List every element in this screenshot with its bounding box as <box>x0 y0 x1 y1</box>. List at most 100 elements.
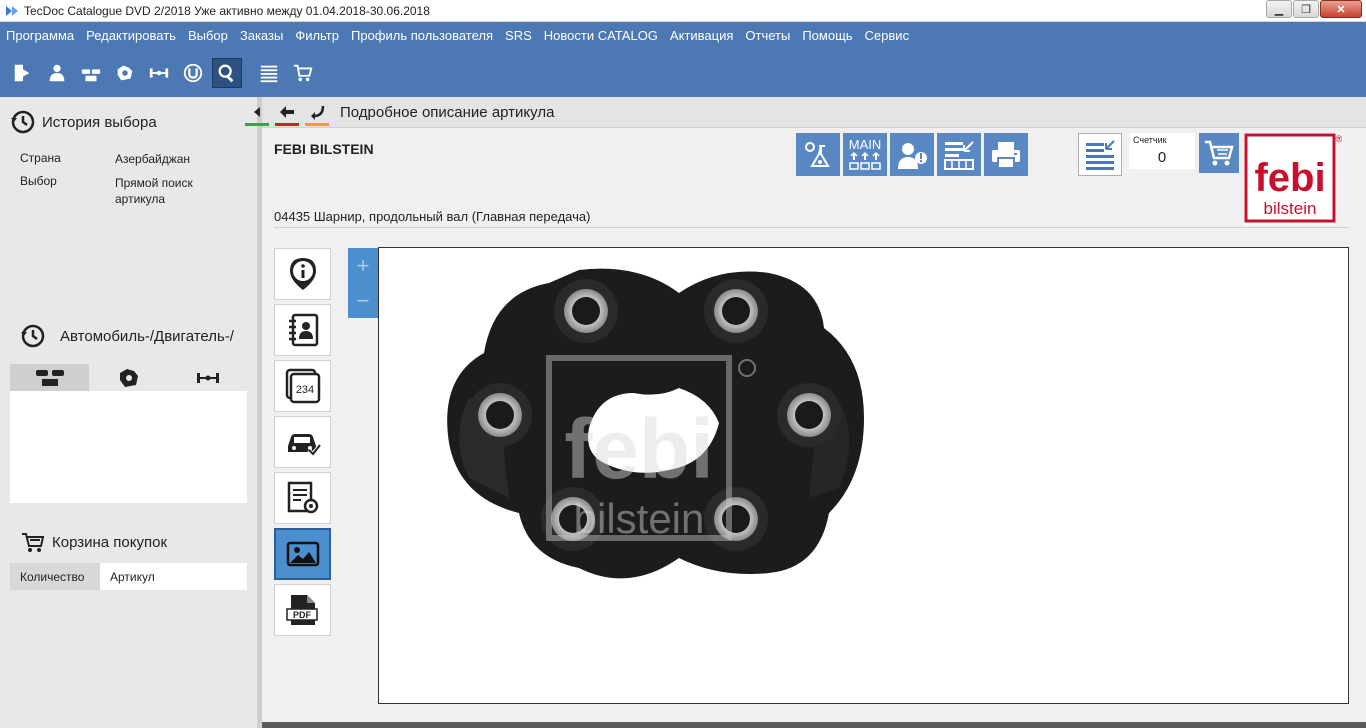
document-search-icon <box>287 481 318 514</box>
vehicle-tabs <box>10 364 247 391</box>
user-icon <box>49 64 65 81</box>
main-toolbar <box>0 48 1366 97</box>
tab-axles[interactable] <box>168 364 247 391</box>
tab-info[interactable] <box>274 248 331 300</box>
support-person-icon <box>898 142 927 169</box>
search-icon <box>218 64 234 82</box>
reference-numbers-icon: 234 <box>285 368 320 404</box>
user-button[interactable] <box>42 58 72 88</box>
menu-activation[interactable]: Активация <box>670 28 733 43</box>
vehicle-history-header: Автомобиль-/Двигатель-/ <box>20 323 234 349</box>
return-button[interactable] <box>302 97 332 127</box>
svg-text:bilstein: bilstein <box>574 495 705 542</box>
arrow-left-icon <box>280 106 294 118</box>
tab-images[interactable] <box>274 528 331 580</box>
registered-mark: ® <box>1336 134 1342 144</box>
menu-bar: Программа Редактировать Выбор Заказы Фил… <box>0 22 1366 48</box>
parts-list-icon <box>849 151 881 170</box>
cart-button[interactable] <box>288 58 318 88</box>
tab-vehicle-usage[interactable] <box>274 416 331 468</box>
collapse-button[interactable] <box>242 97 272 127</box>
cart-col-article[interactable]: Артикул <box>100 563 247 590</box>
image-viewer[interactable]: febi bilstein <box>378 247 1349 704</box>
add-to-list-icon <box>944 140 974 170</box>
tab-contacts[interactable] <box>274 304 331 356</box>
pdf-label: PDF <box>293 610 312 620</box>
vehicle-button[interactable] <box>76 58 106 88</box>
engine-icon <box>117 65 133 80</box>
menu-program[interactable]: Программа <box>6 28 74 43</box>
print-button[interactable] <box>984 133 1028 176</box>
menu-help[interactable]: Помощь <box>802 28 852 43</box>
info-person-button[interactable] <box>890 133 934 176</box>
menu-service[interactable]: Сервис <box>865 28 910 43</box>
app-icon <box>6 5 18 16</box>
zoom-in-button[interactable]: + <box>348 248 378 283</box>
vehicle-history-list[interactable] <box>10 391 247 503</box>
history-country-label: Страна <box>20 151 61 165</box>
divider <box>274 227 1349 228</box>
axle-button[interactable] <box>144 58 174 88</box>
universal-parts-icon <box>183 63 203 82</box>
menu-news[interactable]: Новости CATALOG <box>544 28 658 43</box>
criteria-button[interactable] <box>796 133 840 176</box>
menu-reports[interactable]: Отчеты <box>745 28 790 43</box>
list-button[interactable] <box>254 58 284 88</box>
tab-number-label: 234 <box>295 384 313 396</box>
menu-filter[interactable]: Фильтр <box>295 28 339 43</box>
add-to-order-icon <box>1086 139 1115 170</box>
back-button[interactable] <box>272 97 302 127</box>
engine-icon <box>119 368 138 387</box>
exit-icon <box>14 64 30 81</box>
exit-button[interactable] <box>8 58 38 88</box>
article-search-button[interactable] <box>212 57 242 88</box>
brand-name: FEBI BILSTEIN <box>274 141 374 157</box>
order-list-button[interactable] <box>1078 133 1122 176</box>
counter-box[interactable]: Счетчик 0 <box>1129 133 1195 169</box>
subnav-bar: Подробное описание артикула <box>245 97 1366 128</box>
vehicles-icon <box>35 369 64 386</box>
close-button[interactable]: ✕ <box>1320 0 1362 18</box>
tab-documents[interactable] <box>274 472 331 524</box>
return-arrow-icon <box>311 105 325 120</box>
tab-engines[interactable] <box>89 364 168 391</box>
tab-pdf[interactable]: PDF <box>274 584 331 636</box>
universal-button[interactable] <box>178 58 208 88</box>
contact-book-icon <box>288 313 318 347</box>
zoom-out-button[interactable]: − <box>348 283 378 318</box>
logo-text-bilstein: bilstein <box>1264 199 1317 218</box>
add-to-list-button[interactable] <box>937 133 981 176</box>
info-icon <box>289 258 316 290</box>
tab-vehicles[interactable] <box>10 364 89 391</box>
cart-col-qty[interactable]: Количество <box>10 563 100 590</box>
history-title: История выбора <box>42 113 157 131</box>
history-icon <box>11 110 35 134</box>
counter-value: 0 <box>1157 149 1167 166</box>
menu-edit[interactable]: Редактировать <box>86 28 176 43</box>
engine-button[interactable] <box>110 58 140 88</box>
menu-selection[interactable]: Выбор <box>188 28 228 43</box>
history-selection-value[interactable]: Прямой поиск артикула <box>115 175 225 207</box>
cart-columns: Количество Артикул <box>10 563 247 590</box>
add-to-cart-button[interactable] <box>1199 133 1239 173</box>
counter-label: Счетчик <box>1133 135 1167 145</box>
printer-icon <box>992 141 1020 169</box>
window-title: TecDoc Catalogue DVD 2/2018 Уже активно … <box>24 3 430 18</box>
history-header: История выбора <box>10 109 157 135</box>
image-icon <box>286 541 319 567</box>
main-parts-button[interactable]: MAIN <box>843 133 887 176</box>
triangle-left-icon <box>254 107 260 117</box>
menu-srs[interactable]: SRS <box>505 28 532 43</box>
zoom-controls: + − <box>348 248 378 318</box>
tab-numbers[interactable]: 234 <box>274 360 331 412</box>
left-panel: История выбора Страна Азербайджан Выбор … <box>0 97 257 728</box>
minimize-button[interactable]: ▁ <box>1266 0 1292 18</box>
menu-orders[interactable]: Заказы <box>240 28 283 43</box>
main-area: Подробное описание артикула FEBI BILSTEI… <box>245 97 1366 722</box>
maximize-button[interactable]: ❐ <box>1293 0 1319 18</box>
article-description: 04435 Шарнир, продольный вал (Главная пе… <box>274 209 591 224</box>
menu-user-profile[interactable]: Профиль пользователя <box>351 28 493 43</box>
window-controls: ▁ ❐ ✕ <box>1265 0 1362 20</box>
logo-text-febi: febi <box>1254 156 1325 200</box>
febi-bilstein-logo: febi bilstein ® <box>1244 133 1342 225</box>
